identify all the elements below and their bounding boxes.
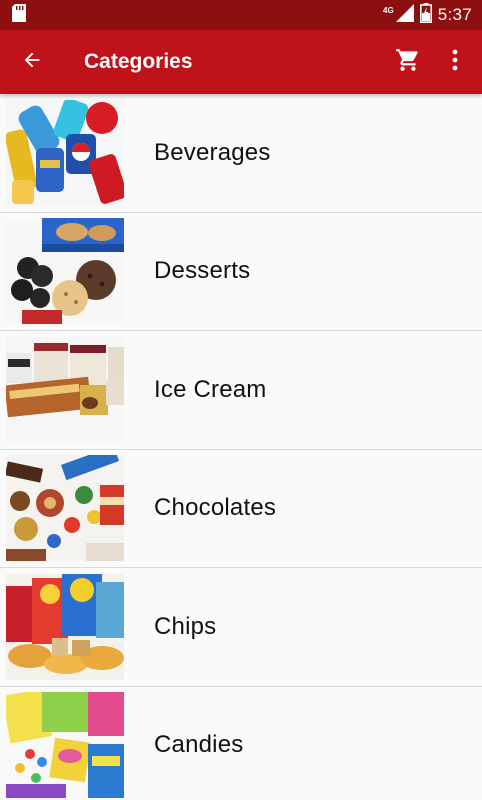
category-item-desserts[interactable]: Desserts <box>0 212 482 331</box>
category-list: Beverages Desserts Ice Cream Chocolates … <box>0 94 482 800</box>
status-bar: 4G 5:37 <box>0 0 482 30</box>
chips-image <box>6 573 124 680</box>
cart-button[interactable] <box>384 30 432 94</box>
back-button[interactable] <box>0 30 64 94</box>
network-type-label: 4G <box>383 5 394 15</box>
category-label: Chocolates <box>154 494 277 522</box>
desserts-image <box>6 218 124 325</box>
ice-cream-image <box>6 336 124 443</box>
more-vert-icon <box>452 49 458 76</box>
more-options-button[interactable] <box>432 30 478 94</box>
category-label: Ice Cream <box>154 375 267 403</box>
category-label: Candies <box>154 731 244 759</box>
category-item-candies[interactable]: Candies <box>0 686 482 800</box>
category-item-chips[interactable]: Chips <box>0 568 482 687</box>
category-label: Desserts <box>154 257 251 285</box>
candies-image <box>6 692 124 799</box>
shopping-cart-icon <box>395 47 421 78</box>
category-label: Chips <box>154 612 217 640</box>
app-bar: Categories <box>0 30 482 94</box>
status-time: 5:37 <box>437 5 472 24</box>
category-item-chocolates[interactable]: Chocolates <box>0 449 482 568</box>
sd-card-icon <box>12 3 26 27</box>
signal-icon <box>395 3 414 27</box>
category-item-ice-cream[interactable]: Ice Cream <box>0 331 482 450</box>
arrow-back-icon <box>21 49 43 76</box>
chocolates-image <box>6 455 124 562</box>
category-item-beverages[interactable]: Beverages <box>0 94 482 213</box>
battery-charging-icon <box>419 2 432 28</box>
beverages-image <box>6 99 124 206</box>
category-label: Beverages <box>154 138 271 166</box>
page-title: Categories <box>84 50 193 73</box>
